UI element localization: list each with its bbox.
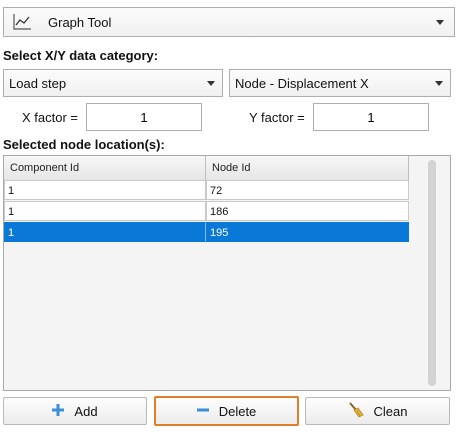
x-factor-label: X factor = <box>22 110 78 125</box>
chevron-down-icon <box>207 81 215 86</box>
node-id-cell[interactable]: 72 <box>206 180 409 200</box>
minus-icon <box>196 404 209 419</box>
node-location-table[interactable]: Component Id Node Id 1 72 1 186 1 195 <box>3 155 451 391</box>
clean-button-label: Clean <box>373 403 408 419</box>
xy-category-heading: Select X/Y data category: <box>3 48 159 63</box>
component-id-cell[interactable]: 1 <box>4 201 206 221</box>
node-locations-heading: Selected node location(s): <box>3 137 165 152</box>
y-factor-label: Y factor = <box>249 110 305 125</box>
component-id-cell[interactable]: 1 <box>4 222 206 242</box>
table-header: Component Id Node Id <box>4 156 409 181</box>
y-category-value: Node - Displacement X <box>235 76 369 91</box>
x-category-dropdown[interactable]: Load step <box>3 69 223 97</box>
tool-selector-label: Graph Tool <box>48 15 112 30</box>
x-category-value: Load step <box>9 76 67 91</box>
line-chart-icon <box>12 13 32 31</box>
table-row[interactable]: 1 72 <box>4 180 409 200</box>
tool-selector-dropdown[interactable]: Graph Tool <box>3 7 455 37</box>
x-factor-field[interactable] <box>86 103 202 131</box>
delete-button-label: Delete <box>218 403 257 419</box>
chevron-down-icon <box>435 81 443 86</box>
broom-icon <box>348 401 364 421</box>
table-body: 1 72 1 186 1 195 <box>4 180 409 243</box>
vertical-scrollbar[interactable] <box>428 160 436 386</box>
y-factor-field[interactable] <box>313 103 429 131</box>
clean-button[interactable]: Clean <box>305 397 450 425</box>
table-row[interactable]: 1 186 <box>4 201 409 221</box>
column-header-component-id[interactable]: Component Id <box>4 156 206 180</box>
delete-button[interactable]: Delete <box>154 396 299 426</box>
table-row-selected[interactable]: 1 195 <box>4 222 409 242</box>
plus-icon <box>52 403 65 419</box>
add-button[interactable]: Add <box>3 397 147 425</box>
component-id-cell[interactable]: 1 <box>4 180 206 200</box>
add-button-label: Add <box>74 403 98 419</box>
node-id-cell[interactable]: 186 <box>206 201 409 221</box>
column-header-node-id[interactable]: Node Id <box>206 156 409 180</box>
y-category-dropdown[interactable]: Node - Displacement X <box>229 69 451 97</box>
chevron-down-icon <box>436 20 444 25</box>
node-id-cell[interactable]: 195 <box>206 222 409 242</box>
